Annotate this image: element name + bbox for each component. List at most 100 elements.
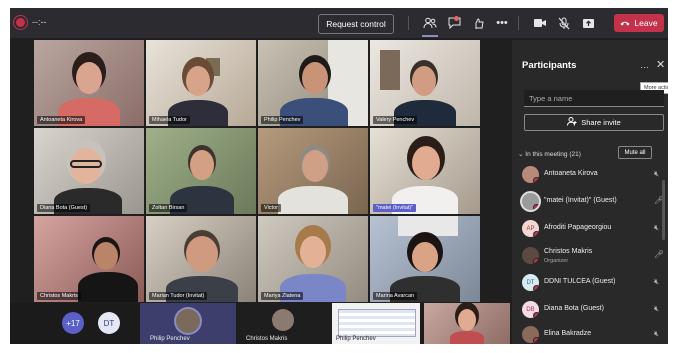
share-screen-icon[interactable] — [580, 15, 596, 31]
share-invite-icon — [567, 117, 577, 128]
mic-off-icon[interactable]: 🔇︎ — [654, 169, 659, 179]
strip-name-label: Philip Penchev — [150, 336, 190, 342]
participant-name-label: Christos Makris — [37, 292, 81, 300]
participant-name-label: Marina Avarcan — [373, 292, 418, 300]
participant-name-label: Mihaela Tudor — [149, 116, 190, 124]
participant-body — [278, 186, 348, 214]
video-grid: Antoaneta Kirova Mihaela Tudor Philip Pe… — [10, 40, 510, 302]
video-tile[interactable]: Marina Avarcan — [370, 216, 480, 302]
dt-avatar[interactable]: DT — [98, 312, 120, 334]
video-tile[interactable]: Christos Makris — [34, 216, 144, 302]
mic-off-icon[interactable]: 🔇︎ — [654, 329, 659, 339]
participant-face — [458, 309, 476, 331]
avatar: DT — [522, 274, 539, 291]
video-tile[interactable]: Diana Bota (Guest) — [34, 128, 144, 214]
more-actions-icon[interactable]: … — [640, 60, 649, 70]
strip-tile-active[interactable]: Philip Penchev — [140, 303, 236, 344]
participant-face — [412, 146, 440, 180]
shared-document-thumbnail — [338, 309, 416, 337]
toolbar-divider — [408, 16, 409, 30]
video-tile[interactable]: Victor — [258, 128, 368, 214]
avatar — [522, 326, 539, 343]
participant-face — [76, 62, 102, 94]
panel-scrollbar[interactable] — [662, 180, 665, 240]
participant-row[interactable]: Christos Makris Organizer 🎤︎ — [522, 245, 666, 269]
meeting-timer: --:-- — [32, 17, 47, 27]
participant-name-label: Philip Penchev — [261, 116, 304, 124]
participant-face — [190, 150, 214, 180]
participant-body — [450, 331, 484, 344]
strip-tile-screen-share[interactable]: Philip Penchev — [332, 303, 420, 344]
avatar-initials: DT — [526, 279, 535, 286]
participant-face — [94, 242, 118, 270]
request-control-button[interactable]: Request control — [318, 14, 394, 34]
more-icon[interactable]: ••• — [494, 15, 510, 31]
panel-title: Participants — [522, 60, 577, 71]
glasses — [70, 160, 102, 168]
close-icon[interactable]: ✕ — [656, 58, 665, 71]
avatar — [522, 247, 539, 264]
participant-name: Diana Bota (Guest) — [544, 305, 604, 312]
notification-dot — [454, 16, 459, 21]
people-icon[interactable] — [422, 15, 438, 31]
search-input[interactable]: Type a name — [524, 90, 664, 107]
avatar — [176, 309, 200, 333]
status-indicator — [533, 312, 539, 318]
participant-row[interactable]: AP Afroditi Papageorgiou 🔇︎ — [522, 218, 666, 242]
participant-name-label: Valery Penchev — [373, 116, 418, 124]
participant-face — [300, 236, 326, 268]
video-tile[interactable]: Philip Penchev — [258, 40, 368, 126]
video-tile[interactable]: Valery Penchev — [370, 40, 480, 126]
mic-off-icon[interactable] — [556, 15, 572, 31]
participant-row[interactable]: Elina Bakradze 🔇︎ — [522, 324, 666, 344]
mic-icon[interactable]: 🎤︎ — [654, 250, 664, 259]
participant-name-label: Zoltan Birsan — [149, 204, 188, 212]
avatar-initials: DB — [526, 306, 535, 313]
participant-body — [78, 272, 138, 302]
leave-button[interactable]: Leave — [614, 14, 664, 32]
camera-icon[interactable] — [532, 15, 548, 31]
participant-name-label: Victor — [261, 204, 281, 212]
video-tile[interactable]: Zoltan Birsan — [146, 128, 256, 214]
status-indicator — [533, 204, 539, 210]
share-invite-button[interactable]: Share invite — [524, 114, 664, 131]
avatar-initials: AP — [526, 225, 535, 232]
section-label: In this meeting (21) — [525, 151, 581, 158]
participant-face — [412, 66, 436, 96]
mute-all-button[interactable]: Mute all — [618, 146, 652, 159]
avatar — [272, 309, 294, 331]
strip-tile[interactable]: Christos Makris — [236, 303, 332, 344]
participant-face — [412, 242, 438, 272]
strip-tile[interactable] — [424, 303, 510, 344]
status-indicator — [533, 285, 539, 291]
participant-row[interactable]: DT DDNI TULCEA (Guest) 🔇︎ — [522, 272, 666, 296]
in-meeting-section-header[interactable]: ⌄ In this meeting (21) — [518, 150, 581, 158]
participant-name-label: Diana Bota (Guest) — [37, 204, 91, 212]
shelf-background — [380, 50, 400, 90]
participant-face — [186, 236, 218, 272]
participant-row[interactable]: "matei (Invitat)" (Guest) 🎤︎ — [522, 191, 666, 215]
reactions-icon[interactable] — [470, 15, 486, 31]
status-indicator — [533, 337, 539, 343]
participant-row[interactable]: DB Diana Bota (Guest) 🔇︎ — [522, 299, 666, 323]
participant-name-label: Marian Tudor (Invitat) — [149, 292, 208, 300]
status-indicator — [533, 231, 539, 237]
participant-name-label: Mariya Zlatena — [261, 292, 304, 300]
participant-face — [302, 62, 328, 94]
video-tile[interactable]: Marian Tudor (Invitat) — [146, 216, 256, 302]
video-tile[interactable]: Antoaneta Kirova — [34, 40, 144, 126]
video-tile[interactable]: "matei (Invitat)" — [370, 128, 480, 214]
phone-icon — [620, 18, 630, 28]
video-tile[interactable]: Mariya Zlatena — [258, 216, 368, 302]
avatar: AP — [522, 220, 539, 237]
video-tile[interactable]: Mihaela Tudor — [146, 40, 256, 126]
status-indicator — [533, 177, 539, 183]
active-tab-indicator — [422, 35, 438, 37]
mic-off-icon[interactable]: 🔇︎ — [654, 304, 659, 314]
overflow-count-button[interactable]: +17 — [62, 312, 84, 334]
mic-off-icon[interactable]: 🔇︎ — [654, 277, 659, 287]
participant-name: "matei (Invitat)" (Guest) — [544, 197, 617, 204]
participant-name: Antoaneta Kirova — [544, 170, 598, 177]
participant-row[interactable]: Antoaneta Kirova 🔇︎ — [522, 164, 666, 188]
mic-off-icon[interactable]: 🔇︎ — [654, 223, 659, 233]
